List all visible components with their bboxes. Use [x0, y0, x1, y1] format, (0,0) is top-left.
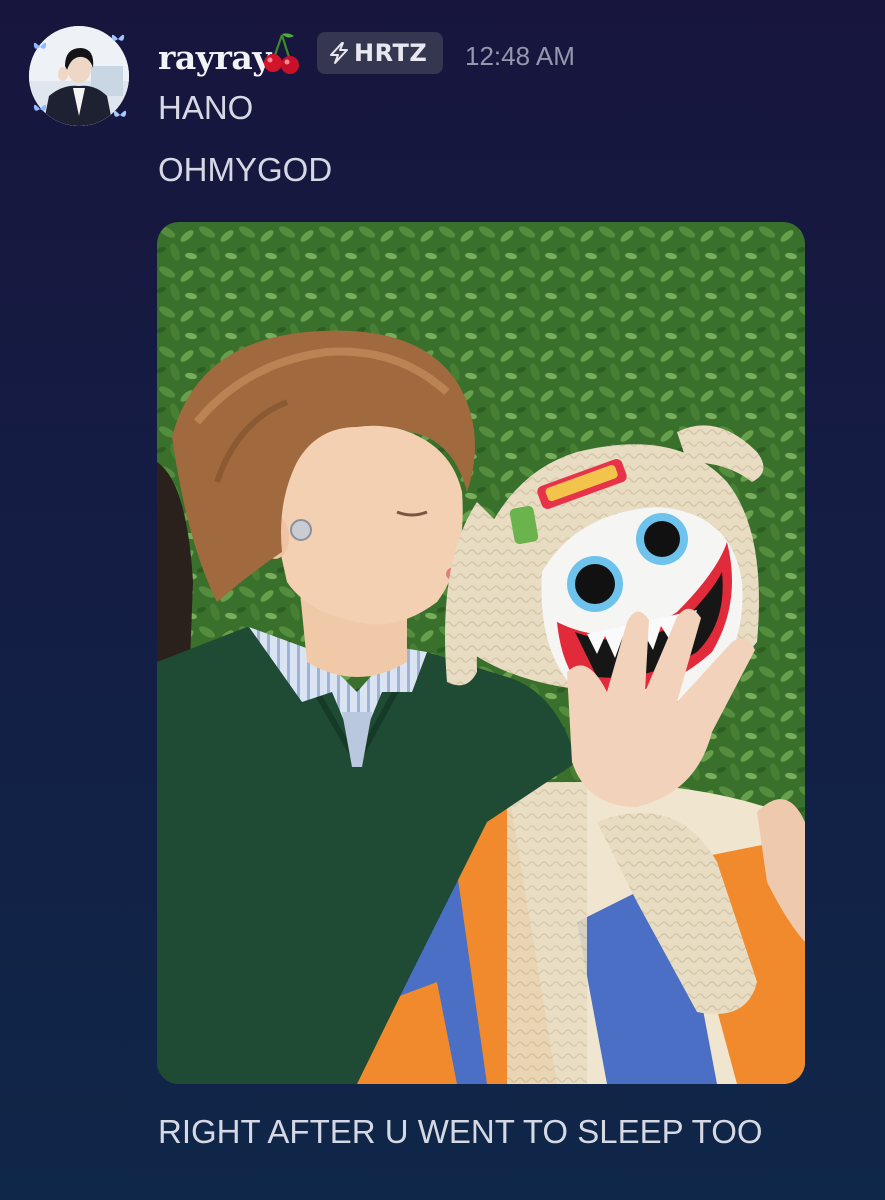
tag-label: HRTZ	[354, 39, 428, 67]
butterfly-icon	[33, 42, 47, 49]
butterfly-icon	[111, 34, 125, 41]
lightning-icon	[330, 42, 348, 64]
message-line: OHMYGOD	[158, 151, 333, 188]
butterfly-icon	[113, 110, 127, 117]
chat-message: rayray HRTZ 12:48 AM HANO OHMYGOD RIGHT …	[0, 0, 885, 1200]
photo-attachment[interactable]	[157, 222, 805, 1084]
cherry-emoji	[264, 33, 299, 74]
role-tag[interactable]: HRTZ	[317, 32, 443, 74]
author-name[interactable]: rayray	[158, 36, 271, 80]
message-timestamp: 12:48 AM	[465, 41, 575, 71]
user-avatar[interactable]	[27, 24, 131, 128]
message-line: HANO	[158, 89, 254, 126]
message-line: RIGHT AFTER U WENT TO SLEEP TOO	[158, 1113, 763, 1150]
butterfly-icon	[33, 104, 47, 111]
